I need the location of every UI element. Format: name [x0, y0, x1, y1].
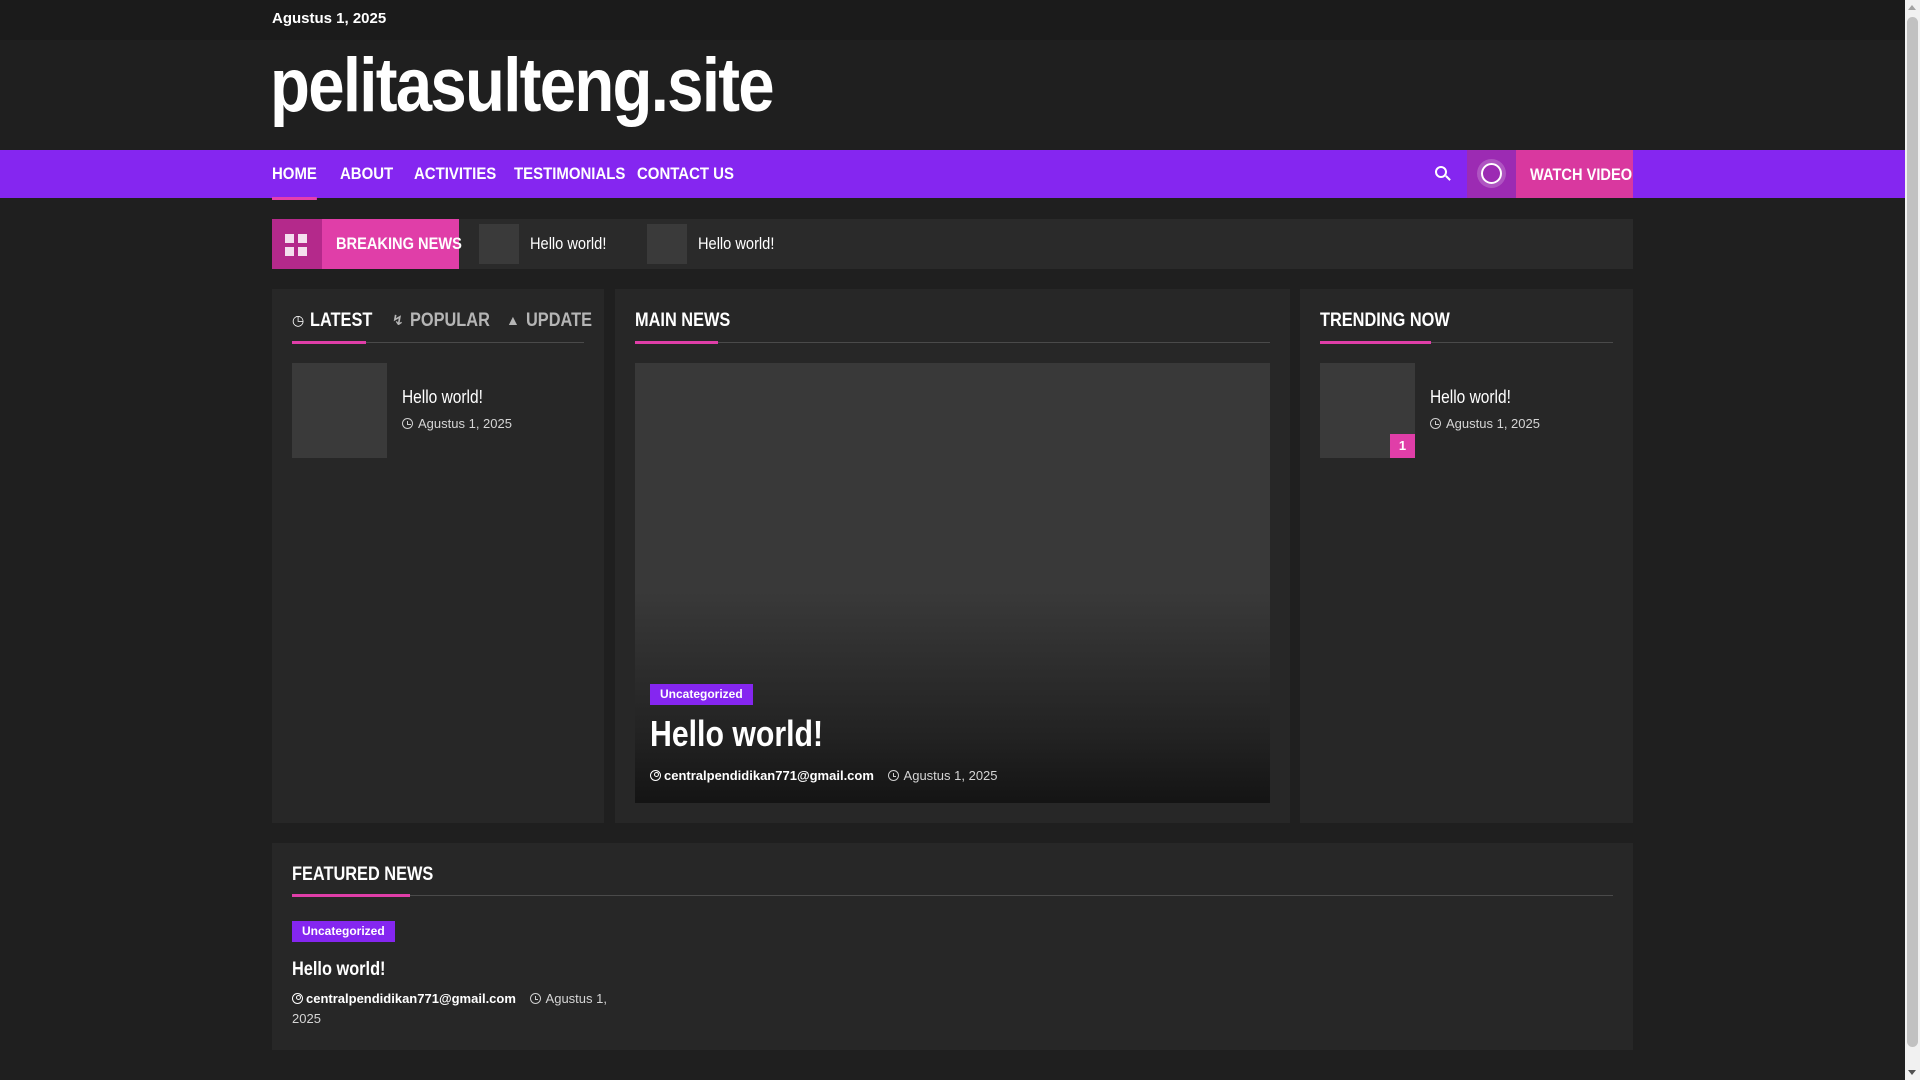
category-badge[interactable]: Uncategorized — [650, 684, 753, 705]
tab-latest[interactable]: ◷ LATEST — [292, 310, 383, 332]
page: Agustus 1, 2025 pelitasulteng.site HOME … — [0, 0, 1905, 1080]
breaking-news-bar: BREAKING NEWS Hello world! Hello world! — [272, 219, 1633, 269]
site-title[interactable]: pelitasulteng.site — [270, 48, 775, 124]
nav-item-testimonials[interactable]: TESTIMONIALS — [514, 164, 625, 184]
featured-meta: centralpendidikan771@gmail.com Agustus 1… — [292, 989, 612, 1029]
main-news-heading: MAIN NEWS — [635, 310, 731, 331]
main-news-hero[interactable]: Uncategorized Hello world! centralpendid… — [635, 363, 1270, 803]
hero-meta: centralpendidikan771@gmail.com Agustus 1… — [650, 768, 998, 783]
clock-icon: ◷ — [292, 312, 305, 328]
post-title[interactable]: Hello world! — [402, 387, 483, 408]
hero-date: Agustus 1, 2025 — [903, 768, 998, 783]
featured-heading: FEATURED NEWS — [292, 864, 434, 885]
scroll-up-icon[interactable] — [1908, 5, 1916, 10]
featured-news-panel: FEATURED NEWS Uncategorized Hello world!… — [272, 843, 1633, 1050]
heading-rule — [635, 342, 1270, 343]
active-tab-indicator — [292, 341, 366, 344]
watch-video-button[interactable]: WATCH VIDEO — [1467, 150, 1633, 198]
ticker-title[interactable]: Hello world! — [698, 234, 774, 254]
heading-accent — [635, 341, 718, 344]
heading-accent — [1320, 341, 1431, 344]
ticker-title[interactable]: Hello world! — [530, 234, 606, 254]
ticker-thumbnail[interactable] — [479, 224, 519, 264]
play-ring-icon — [1481, 163, 1502, 184]
user-icon — [292, 993, 303, 1004]
bolt-icon: ↯ — [392, 312, 404, 328]
top-bar: Agustus 1, 2025 — [0, 0, 1905, 40]
nav-item-about[interactable]: ABOUT — [340, 164, 393, 184]
nav-item-activities[interactable]: ACTIVITIES — [414, 164, 496, 184]
masthead: pelitasulteng.site — [0, 40, 1905, 150]
post-date: Agustus 1, 2025 — [1430, 416, 1540, 431]
category-badge[interactable]: Uncategorized — [292, 921, 395, 942]
main-nav: HOME ABOUT ACTIVITIES TESTIMONIALS CONTA… — [0, 150, 1905, 200]
clock-icon — [1430, 418, 1441, 429]
trending-panel: TRENDING NOW 1 Hello world! Agustus 1, 2… — [1300, 289, 1633, 823]
post-title[interactable]: Hello world! — [1430, 387, 1511, 408]
scrollbar-thumb[interactable] — [1907, 17, 1918, 1047]
heading-accent — [292, 894, 410, 897]
top-bar-date: Agustus 1, 2025 — [272, 10, 387, 27]
hero-title[interactable]: Hello world! — [650, 713, 823, 755]
author-link[interactable]: centralpendidikan771@gmail.com — [664, 768, 874, 783]
grid-icon — [272, 219, 322, 269]
user-icon — [650, 770, 661, 781]
rank-badge: 1 — [1390, 434, 1415, 458]
scroll-down-icon[interactable] — [1908, 1070, 1916, 1075]
trending-heading: TRENDING NOW — [1320, 310, 1450, 331]
watch-video-label: WATCH VIDEO — [1530, 165, 1633, 184]
clock-icon — [887, 770, 899, 781]
featured-post-title[interactable]: Hello world! — [292, 959, 386, 981]
play-icon-box — [1467, 150, 1516, 198]
clock-icon — [402, 418, 413, 429]
fire-icon: ▲ — [506, 312, 520, 328]
ticker-thumbnail[interactable] — [647, 224, 687, 264]
heading-rule — [292, 895, 1613, 896]
post-date: Agustus 1, 2025 — [402, 416, 512, 431]
nav-item-contact-us[interactable]: CONTACT US — [637, 164, 734, 184]
tabs-panel: ◷ LATEST ↯ POPULAR ▲ UPDATE Hello world! Ag… — [272, 289, 604, 823]
author-link[interactable]: centralpendidikan771@gmail.com — [306, 991, 516, 1006]
tab-update[interactable]: ▲ UPDATE — [506, 310, 603, 332]
search-button[interactable] — [1420, 150, 1464, 198]
list-item[interactable]: 1 Hello world! Agustus 1, 2025 — [1320, 363, 1613, 458]
tab-popular[interactable]: ↯ POPULAR — [392, 310, 503, 332]
breaking-news-label: BREAKING NEWS — [322, 219, 462, 269]
nav-item-home[interactable]: HOME — [272, 164, 317, 200]
clock-icon — [529, 993, 541, 1004]
page-scrollbar[interactable] — [1905, 0, 1920, 1080]
post-thumbnail[interactable] — [292, 363, 387, 458]
list-item[interactable]: Hello world! Agustus 1, 2025 — [292, 363, 584, 458]
